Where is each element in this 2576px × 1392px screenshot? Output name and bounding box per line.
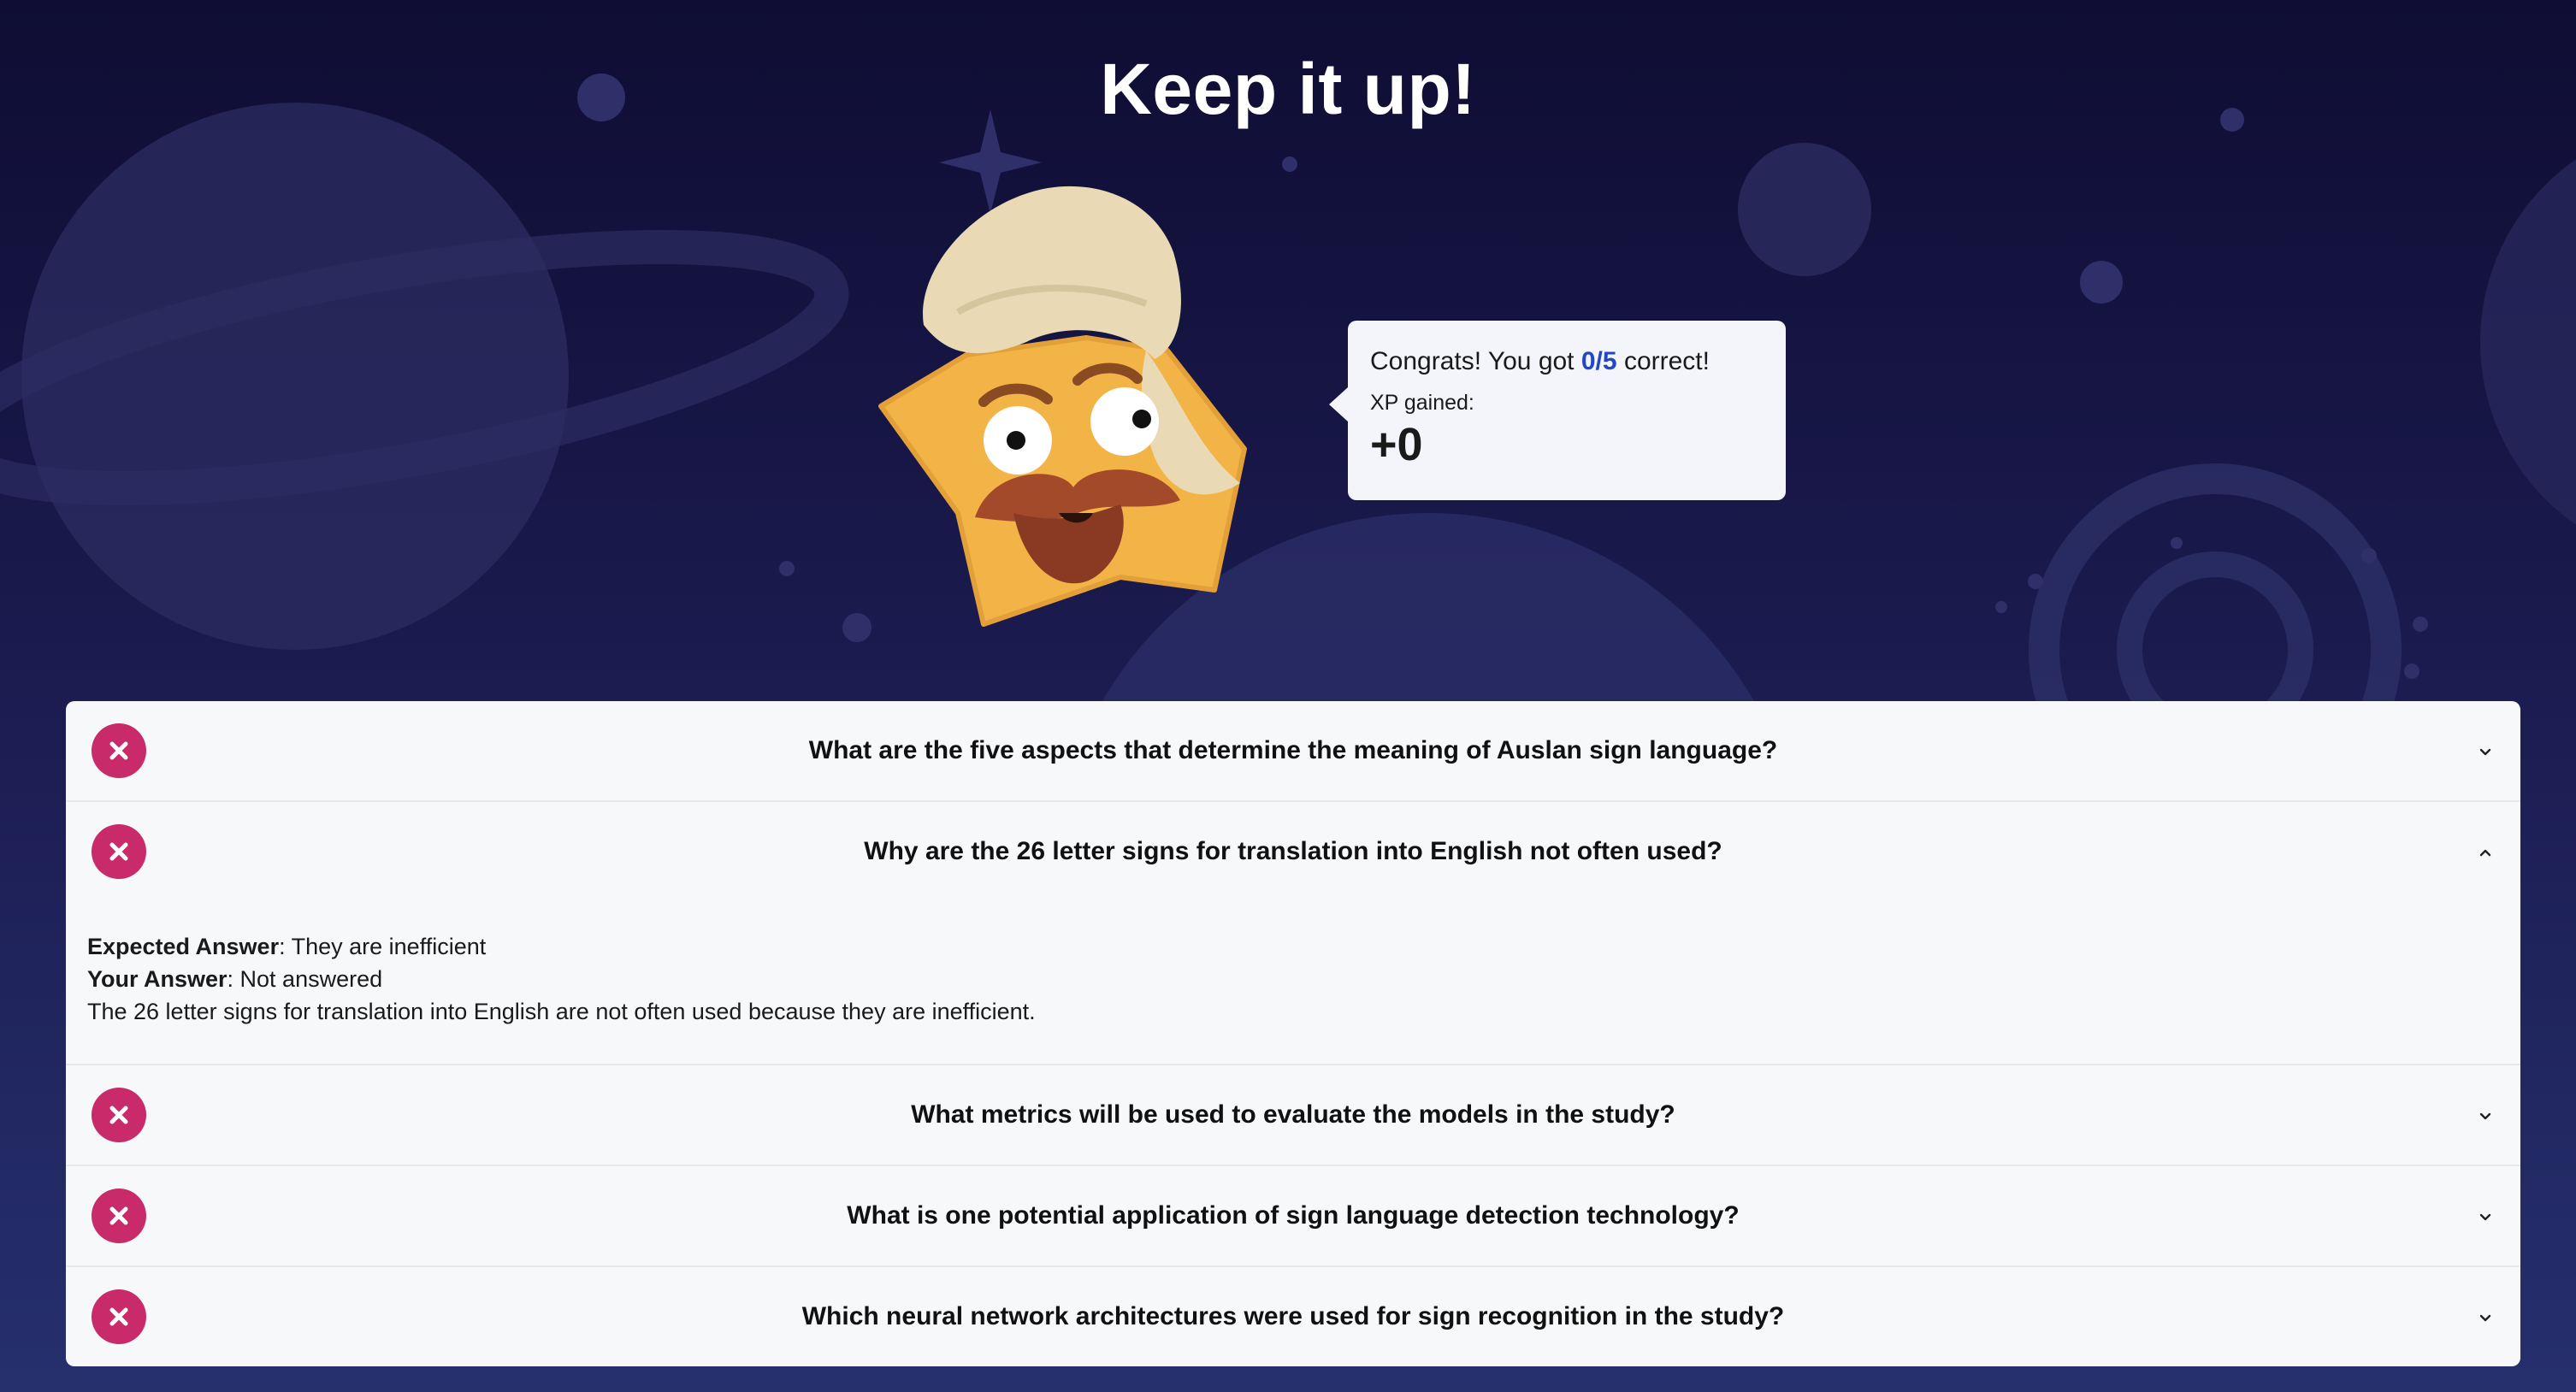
your-answer-label: Your Answer [87,966,227,992]
your-answer: Your Answer: Not answered [87,963,1036,995]
planet-small [1738,143,1871,276]
x-circle-icon [92,723,146,778]
xp-value: +0 [1370,419,1423,470]
your-answer-value: : Not answered [227,966,383,992]
x-circle-icon [92,824,146,879]
question-results-list: What are the five aspects that determine… [66,701,2520,1366]
question-item-2: Why are the 26 letter signs for translat… [66,802,2520,1065]
chevron-down-icon[interactable] [2476,1308,2495,1327]
answer-details: Expected Answer: They are inefficient Yo… [87,930,1036,1028]
x-circle-icon [92,1289,146,1344]
score-value: 0/5 [1580,347,1617,375]
mascot-turban [923,186,1181,359]
question-1-header[interactable]: What are the five aspects that determine… [66,701,2520,800]
question-text: Which neural network architectures were … [801,1302,1785,1330]
question-text: What metrics will be used to evaluate th… [911,1100,1675,1129]
expected-answer: Expected Answer: They are inefficient [87,930,1036,963]
question-text: Why are the 26 letter signs for translat… [864,837,1722,865]
planet-left [21,103,569,650]
congrats-suffix: correct! [1623,347,1710,375]
answer-explanation: The 26 letter signs for translation into… [87,999,1036,1024]
question-2-header[interactable]: Why are the 26 letter signs for translat… [66,802,2520,901]
x-circle-icon [92,1088,146,1142]
chevron-down-icon[interactable] [2476,1207,2495,1226]
question-item-4: What is one potential application of sig… [66,1166,2520,1267]
expected-answer-label: Expected Answer [87,934,280,959]
chevron-up-icon[interactable] [2476,843,2495,862]
xp-label: XP gained: [1370,391,1474,415]
chevron-down-icon[interactable] [2476,742,2495,761]
question-text: What is one potential application of sig… [847,1201,1740,1230]
congrats-prefix: Congrats! You got [1370,347,1575,375]
question-item-1: What are the five aspects that determine… [66,701,2520,802]
question-4-header[interactable]: What is one potential application of sig… [66,1166,2520,1265]
question-3-header[interactable]: What metrics will be used to evaluate th… [66,1065,2520,1165]
planet-right-edge [2480,159,2576,525]
result-bubble: Congrats! You got 0/5 correct! XP gained… [1329,321,1786,500]
question-text: What are the five aspects that determine… [808,736,1778,764]
question-5-header[interactable]: Which neural network architectures were … [66,1267,2520,1366]
chevron-down-icon[interactable] [2476,1106,2495,1125]
congrats-message: Congrats! You got 0/5 correct! [1370,345,1764,379]
expected-answer-value: : They are inefficient [279,934,487,959]
question-item-3: What metrics will be used to evaluate th… [66,1065,2520,1166]
x-circle-icon [92,1189,146,1243]
question-item-5: Which neural network architectures were … [66,1267,2520,1366]
page-title: Keep it up! [1100,49,1476,129]
star-mascot-illustration [878,186,1247,627]
